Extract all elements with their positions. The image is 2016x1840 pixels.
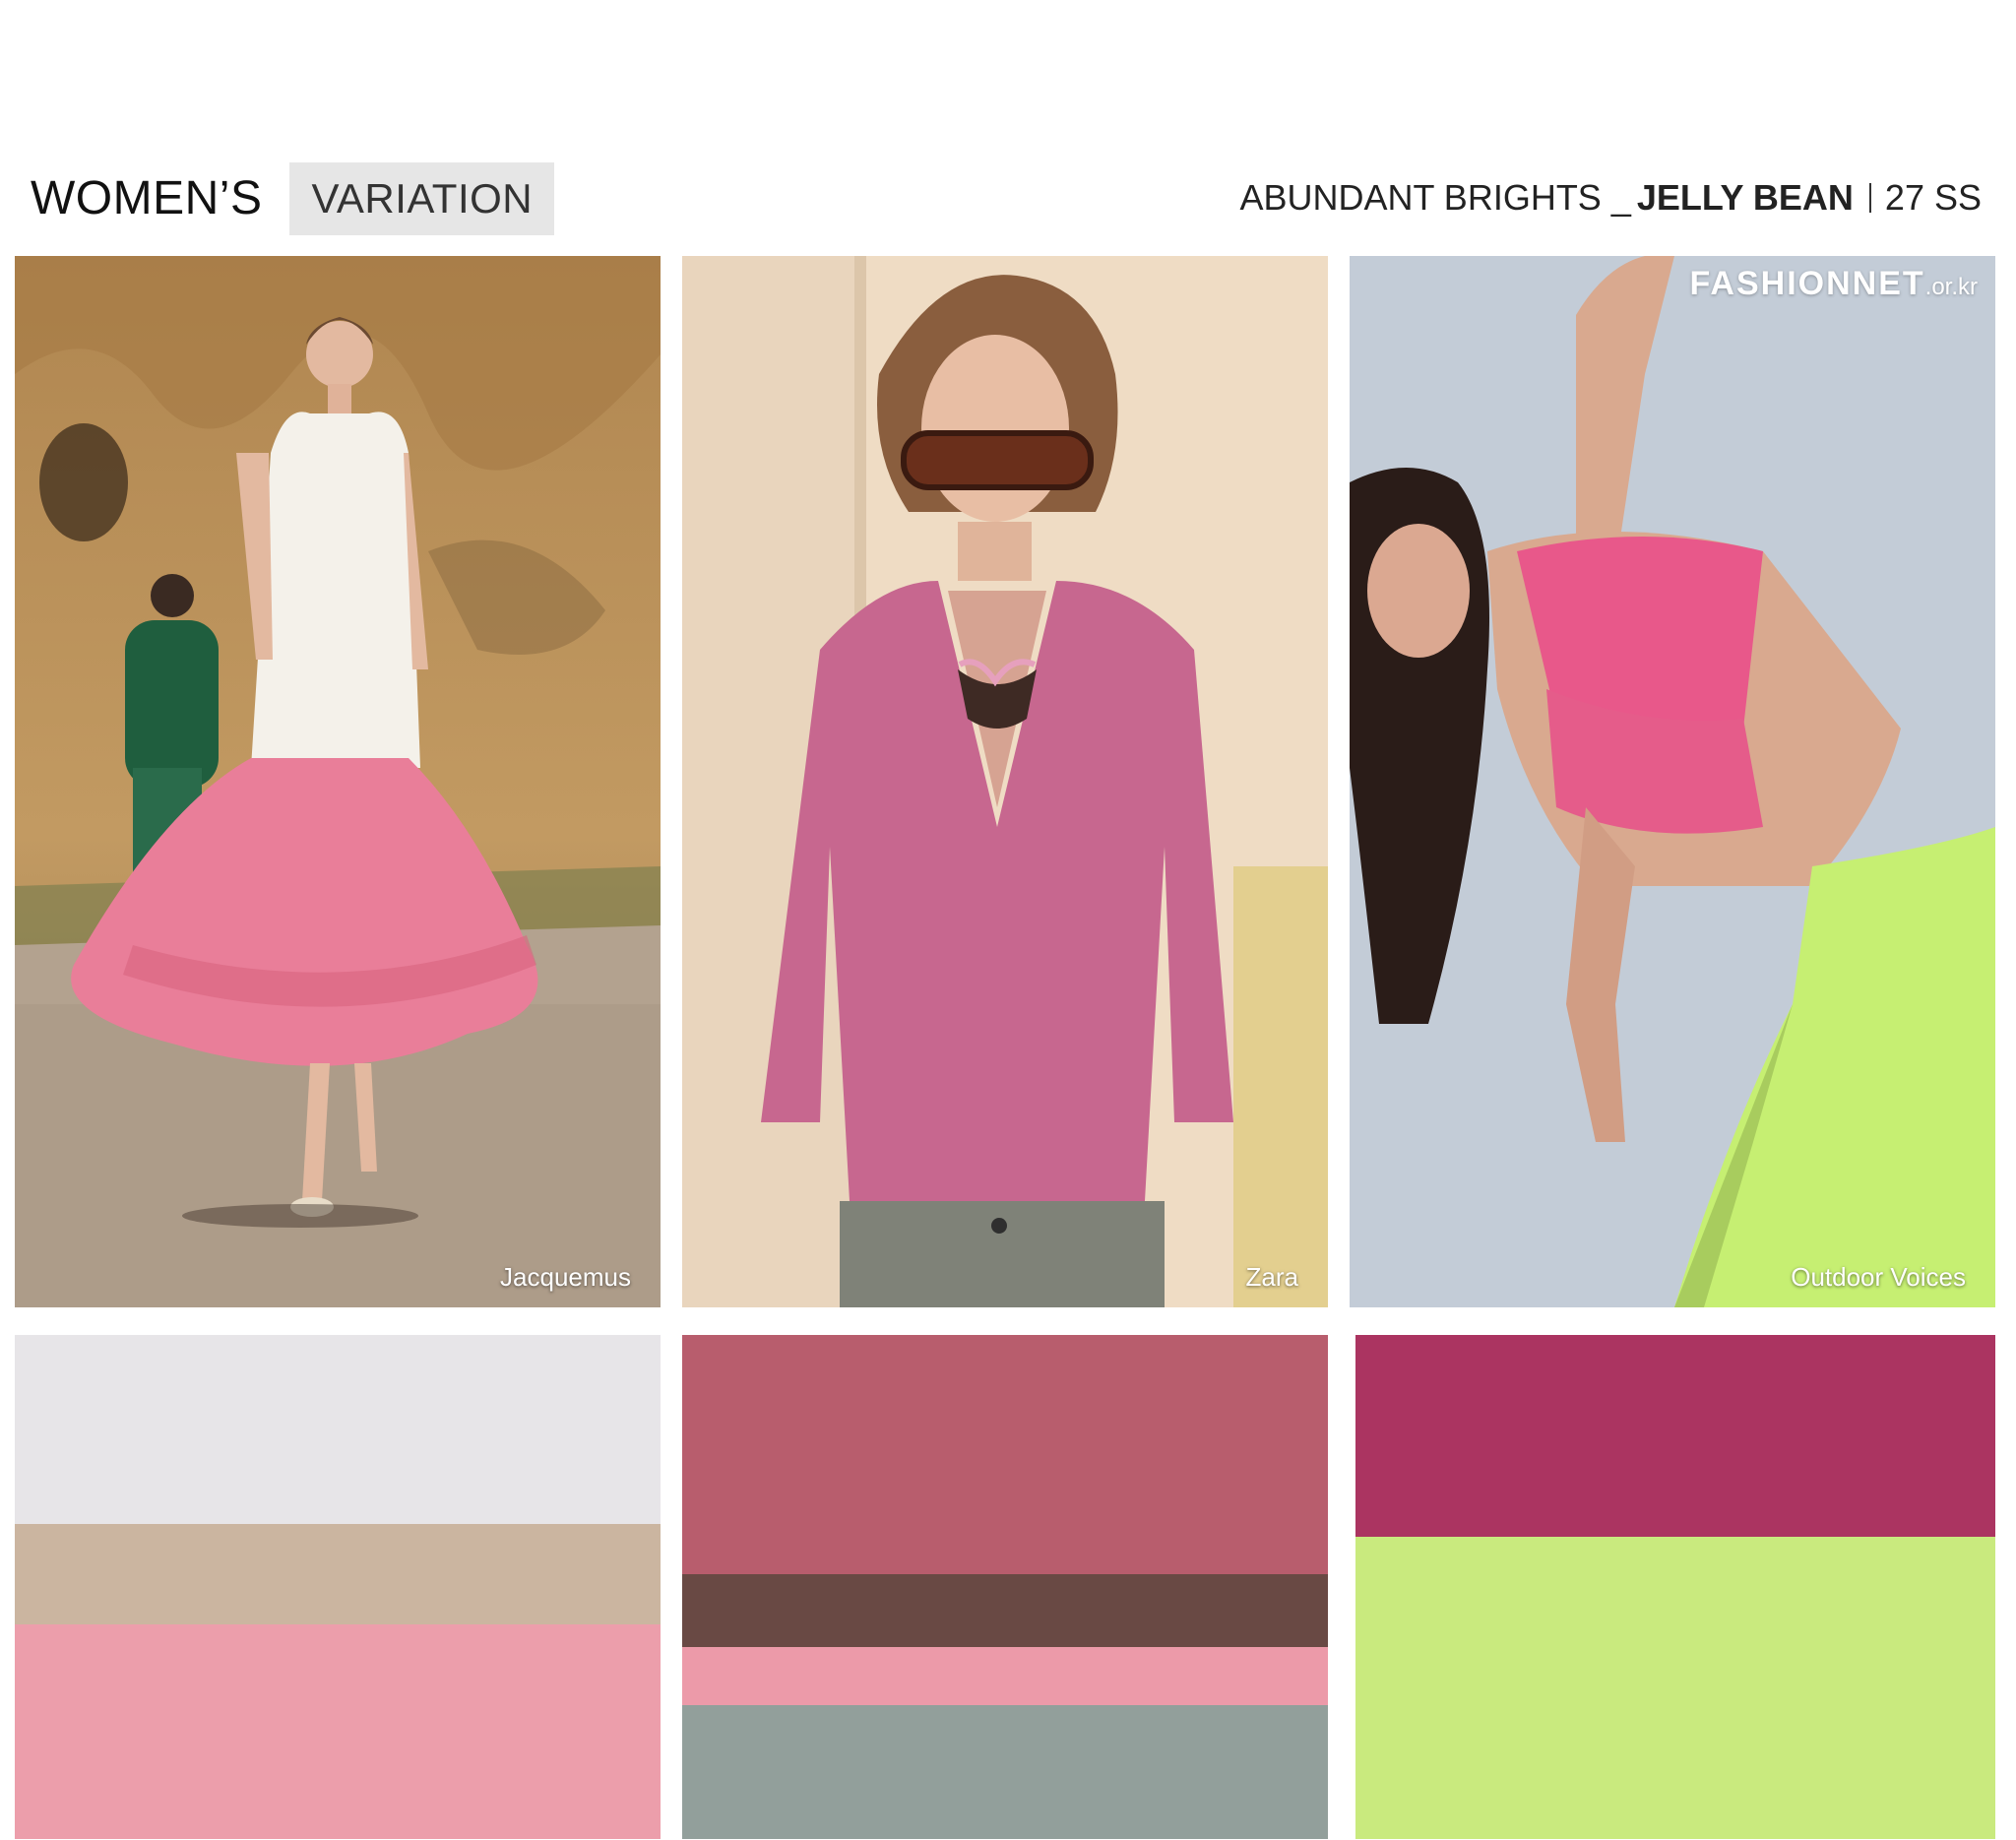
variation-badge: VARIATION xyxy=(289,162,555,235)
photo-credit: Zara xyxy=(1245,1262,1298,1292)
palette-2 xyxy=(682,1335,1328,1839)
color-swatch xyxy=(682,1335,1328,1574)
season-label: 27 SS xyxy=(1884,177,1982,218)
theme-title: ABUNDANT BRIGHTS _ xyxy=(1239,177,1631,218)
subtheme-title: JELLY BEAN xyxy=(1636,177,1854,218)
look-photo-3: FASHIONNET.or.kr Outdoor Voices xyxy=(1350,256,1995,1307)
logo-domain: .or.kr xyxy=(1924,274,1978,300)
color-swatch xyxy=(15,1335,661,1524)
photo-credit: Jacquemus xyxy=(500,1262,631,1292)
header-left: WOMEN’S VARIATION xyxy=(31,162,555,235)
divider xyxy=(1868,183,1871,213)
category-title: WOMEN’S xyxy=(31,172,263,224)
look-photo-1: Jacquemus xyxy=(15,256,661,1307)
color-swatch xyxy=(15,1624,661,1839)
color-swatch xyxy=(682,1574,1328,1647)
brand-logo: FASHIONNET.or.kr xyxy=(1690,264,1978,304)
color-swatch xyxy=(15,1524,661,1624)
logo-text: FASHIONNET xyxy=(1689,265,1925,302)
color-swatch xyxy=(1355,1537,1995,1839)
color-swatch xyxy=(1355,1335,1995,1537)
palette-1 xyxy=(15,1335,661,1839)
look-photo-2: Zara xyxy=(682,256,1328,1307)
palette-3 xyxy=(1355,1335,1995,1839)
photo-credit: Outdoor Voices xyxy=(1791,1262,1966,1292)
header-right: ABUNDANT BRIGHTS _ JELLY BEAN 27 SS xyxy=(1239,180,1982,216)
color-swatch xyxy=(682,1705,1328,1839)
color-swatch xyxy=(682,1647,1328,1705)
